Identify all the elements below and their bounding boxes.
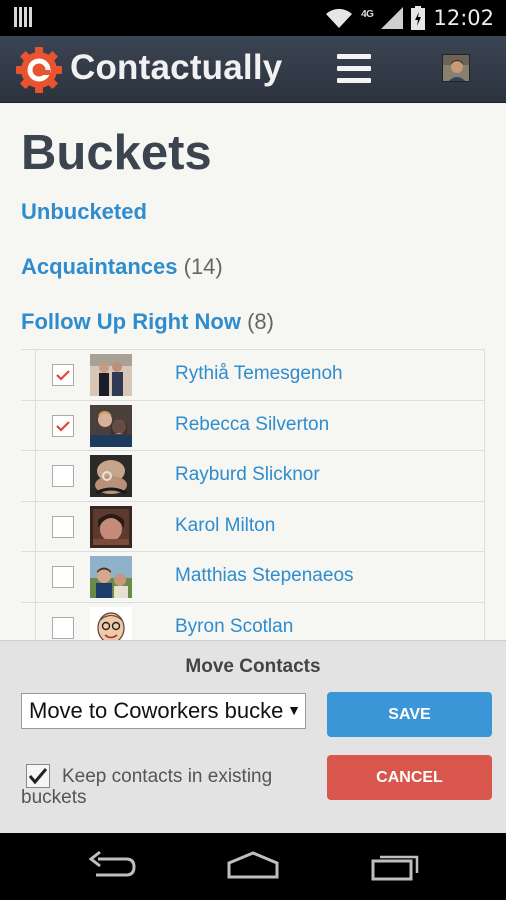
move-contacts-panel: Move Contacts Move to Coworkers bucket ▼… xyxy=(0,640,506,833)
recent-apps-icon[interactable] xyxy=(370,849,420,881)
contact-row: Karol Milton xyxy=(21,501,485,553)
contactually-logo-icon xyxy=(16,47,62,93)
contact-list: Rythiå Temesgenoh Rebecca Silverton Rayb… xyxy=(21,349,485,640)
contact-avatar xyxy=(90,404,132,447)
contact-name[interactable]: Karol Milton xyxy=(175,515,275,537)
contact-row: Byron Scotlan xyxy=(21,602,485,640)
contact-name[interactable]: Matthias Stepenaeos xyxy=(175,565,354,587)
system-nav-bar xyxy=(0,833,506,900)
contact-avatar xyxy=(90,505,132,548)
status-bar: 4G 12:02 xyxy=(0,0,506,36)
contact-name[interactable]: Rythiå Temesgenoh xyxy=(175,363,343,385)
dropdown-arrow-icon: ▼ xyxy=(283,694,305,728)
page-title: Buckets xyxy=(21,126,212,180)
home-icon[interactable] xyxy=(226,849,280,881)
battery-icon xyxy=(411,6,426,30)
bucket-link-follow-up[interactable]: Follow Up Right Now (8) xyxy=(21,309,274,335)
user-avatar[interactable] xyxy=(442,54,470,82)
move-contacts-title: Move Contacts xyxy=(185,656,321,677)
contact-checkbox[interactable] xyxy=(52,566,74,589)
keep-in-buckets-checkbox[interactable] xyxy=(26,764,50,788)
network-type-label: 4G xyxy=(361,8,374,20)
buckets-page: Buckets Unbucketed Acquaintances (14) Fo… xyxy=(0,103,506,640)
checkmark-icon xyxy=(56,420,70,432)
bucket-link-acquaintances[interactable]: Acquaintances (14) xyxy=(21,254,223,280)
wifi-icon xyxy=(326,8,353,28)
contact-avatar xyxy=(90,455,132,498)
bucket-count: (8) xyxy=(247,309,274,334)
bucket-name: Unbucketed xyxy=(21,199,147,224)
contact-row: Rayburd Slicknor xyxy=(21,451,485,502)
contact-row: Matthias Stepenaeos xyxy=(21,552,485,603)
select-value: Move to Coworkers bucket xyxy=(29,698,290,723)
contact-name[interactable]: Rebecca Silverton xyxy=(175,414,329,436)
contact-avatar xyxy=(90,606,132,640)
contact-name[interactable]: Rayburd Slicknor xyxy=(175,464,320,486)
contact-name[interactable]: Byron Scotlan xyxy=(175,616,293,638)
bucket-name: Follow Up Right Now xyxy=(21,309,241,334)
target-bucket-select[interactable]: Move to Coworkers bucket ▼ xyxy=(21,693,306,729)
clock: 12:02 xyxy=(433,6,494,30)
signal-icon xyxy=(381,7,404,29)
keep-in-buckets-label: Keep contacts in existing buckets xyxy=(21,766,273,808)
contact-checkbox[interactable] xyxy=(52,616,74,639)
contact-row: Rythiå Temesgenoh xyxy=(21,350,485,401)
checkmark-icon xyxy=(56,370,70,381)
contact-checkbox[interactable] xyxy=(52,465,74,488)
checkmark-icon xyxy=(28,768,48,785)
save-button[interactable]: SAVE xyxy=(327,692,492,737)
back-icon[interactable] xyxy=(88,849,138,881)
contact-row: Rebecca Silverton xyxy=(21,400,485,452)
bucket-count: (14) xyxy=(183,254,223,279)
bucket-link-unbucketed[interactable]: Unbucketed xyxy=(21,199,147,225)
brand-name: Contactually xyxy=(70,48,283,87)
hamburger-menu-icon[interactable] xyxy=(337,54,371,84)
cancel-button[interactable]: CANCEL xyxy=(327,755,492,800)
contact-checkbox[interactable] xyxy=(52,515,74,538)
contact-avatar xyxy=(90,556,132,599)
contact-avatar xyxy=(90,354,132,396)
bucket-name: Acquaintances xyxy=(21,254,178,279)
contact-checkbox[interactable] xyxy=(52,364,74,386)
app-header: Contactually xyxy=(0,36,506,103)
notification-icon xyxy=(14,7,34,29)
contact-checkbox[interactable] xyxy=(52,414,74,437)
